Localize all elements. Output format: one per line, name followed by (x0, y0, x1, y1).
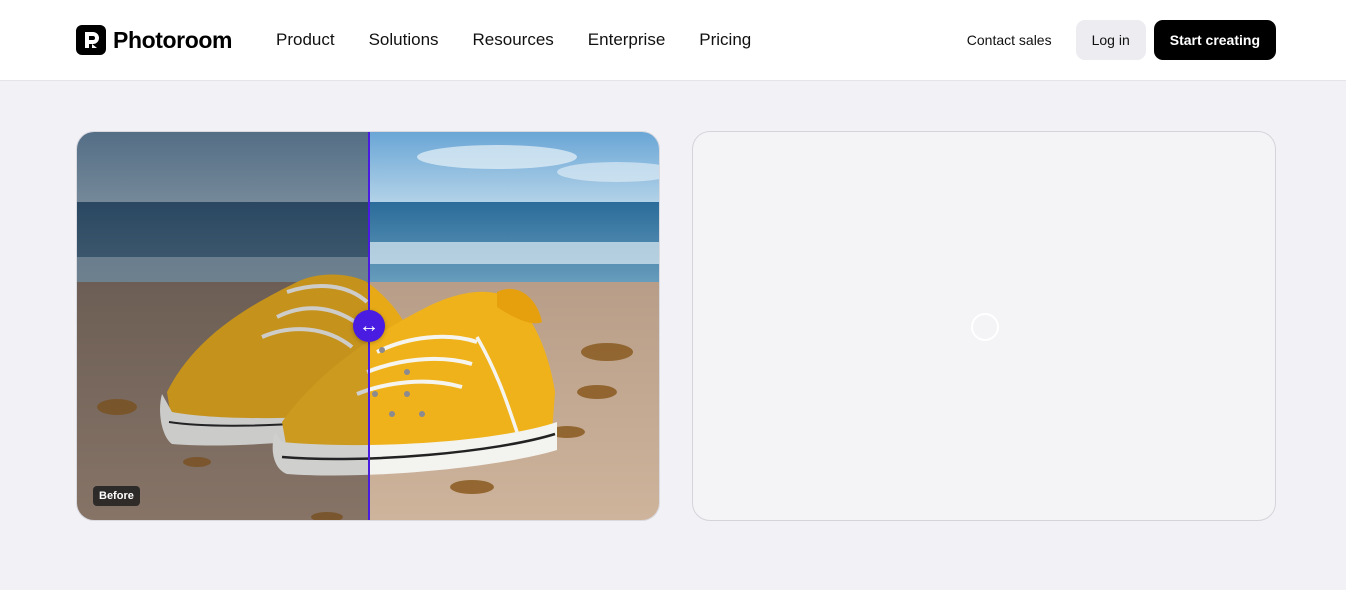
start-creating-button[interactable]: Start creating (1153, 20, 1276, 60)
photoroom-logo-icon (76, 25, 106, 55)
top-navigation-bar: Photoroom Product Solutions Resources En… (0, 0, 1346, 81)
main-nav: Product Solutions Resources Enterprise P… (276, 28, 785, 52)
before-after-comparison[interactable]: ↔ Before (76, 131, 660, 521)
contact-sales-link[interactable]: Contact sales (967, 32, 1052, 48)
nav-resources[interactable]: Resources (473, 28, 554, 52)
loading-spinner-icon (971, 313, 999, 341)
horizontal-arrows-icon[interactable]: ↔ (353, 310, 385, 342)
result-preview-panel (692, 131, 1276, 521)
nav-enterprise[interactable]: Enterprise (588, 28, 665, 52)
nav-solutions[interactable]: Solutions (369, 28, 439, 52)
nav-pricing[interactable]: Pricing (699, 28, 751, 52)
brand-name: Photoroom (113, 26, 233, 53)
brand-logo[interactable]: Photoroom (76, 25, 232, 55)
login-button[interactable]: Log in (1075, 20, 1146, 60)
nav-product[interactable]: Product (276, 28, 335, 52)
header-actions: Contact sales Log in Start creating (967, 20, 1276, 60)
before-badge: Before (93, 486, 140, 506)
